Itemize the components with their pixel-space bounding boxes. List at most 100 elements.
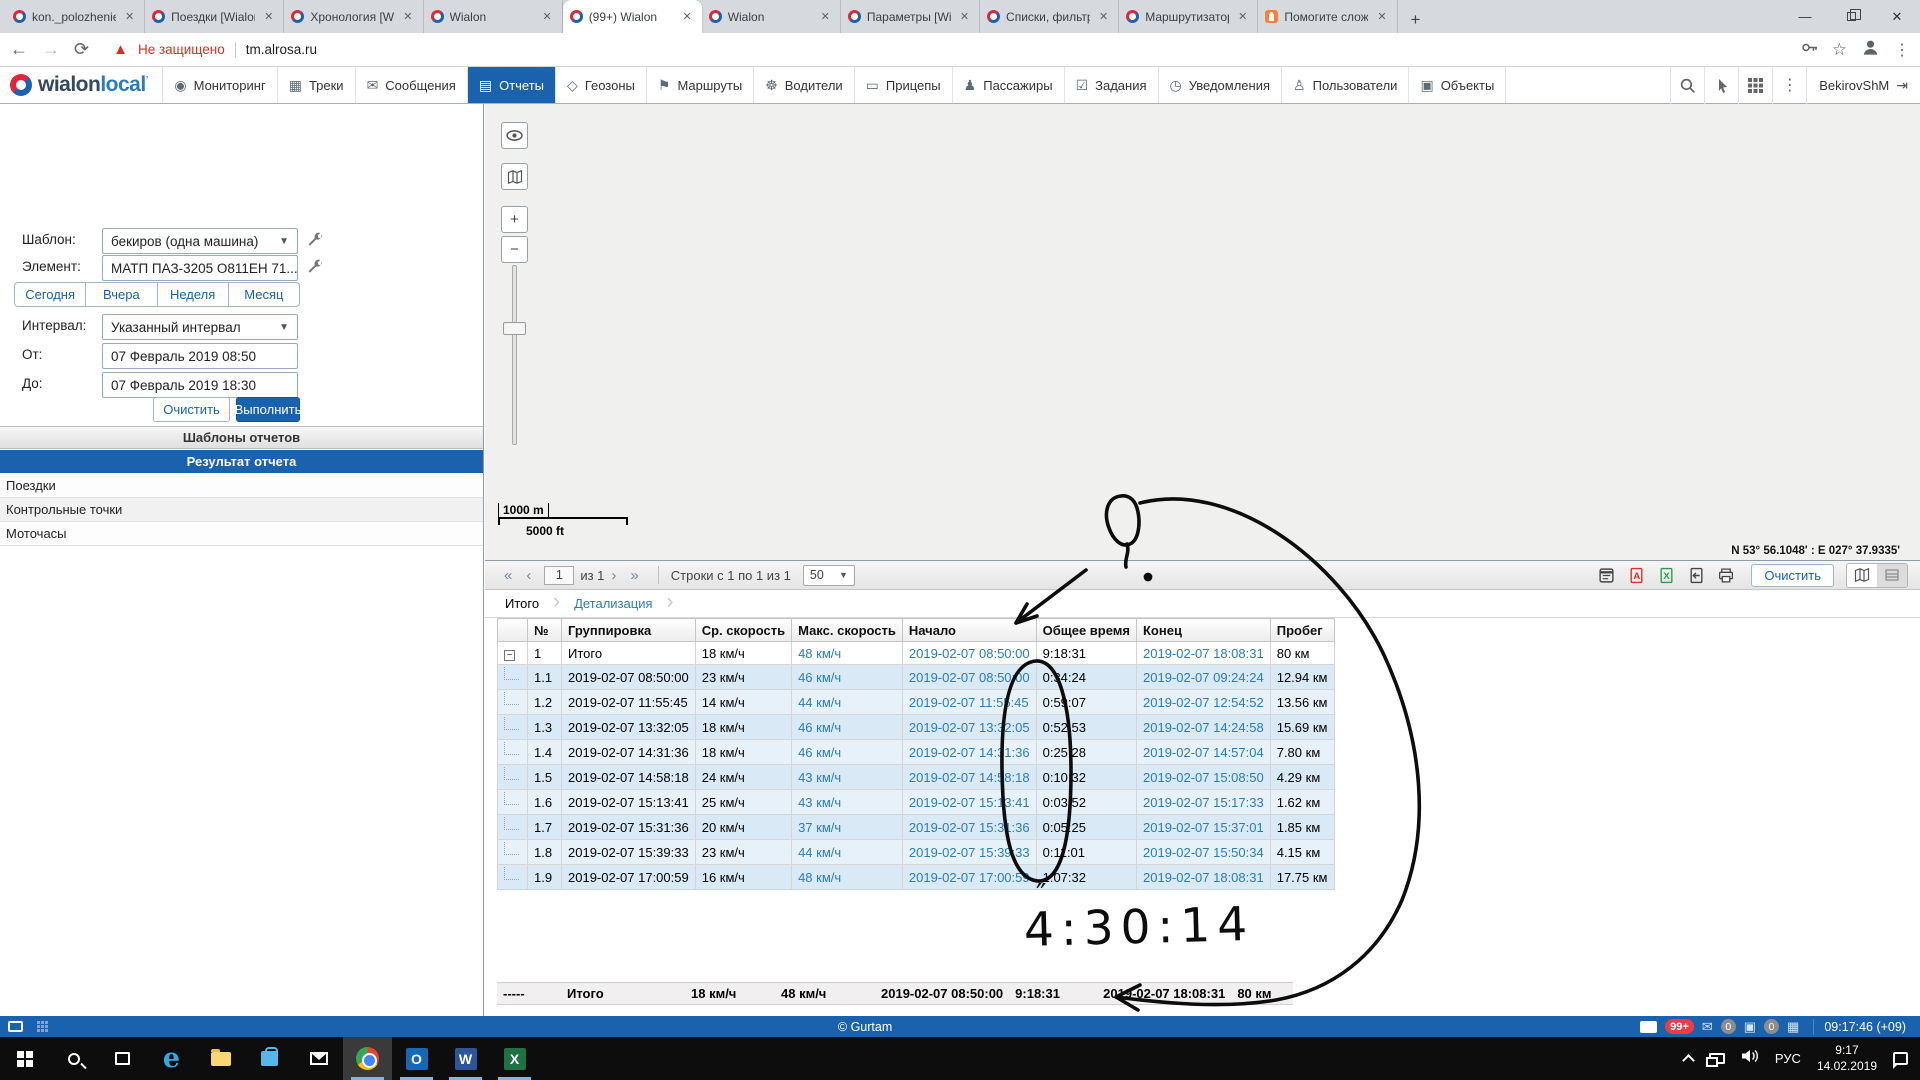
cell-max-speed[interactable]: 37 км/ч — [792, 815, 903, 840]
report-clear-button[interactable]: Очистить — [1751, 564, 1834, 587]
nav-item-users[interactable]: ♙Пользователи — [1282, 67, 1409, 103]
nav-item-tracks[interactable]: ▦Треки — [278, 67, 356, 103]
cell-max-speed[interactable]: 44 км/ч — [792, 690, 903, 715]
nav-item-geofences[interactable]: ◇Геозоны — [556, 67, 647, 103]
tab-close-icon[interactable]: ✕ — [818, 9, 833, 24]
cell-end[interactable]: 2019-02-07 12:54:52 — [1137, 690, 1271, 715]
unit-wrench-icon[interactable] — [306, 258, 326, 278]
tray-chevron-up-icon[interactable] — [1682, 1054, 1695, 1067]
action-center-icon[interactable] — [1893, 1052, 1908, 1065]
network-icon[interactable] — [1709, 1053, 1725, 1064]
panel-icon[interactable] — [1640, 1021, 1657, 1033]
pdf-export-icon[interactable]: A — [1623, 564, 1649, 587]
interval-select[interactable]: Указанный интервал▼ — [102, 314, 298, 340]
browser-tab[interactable]: Хронология [Wial✕ — [284, 0, 423, 33]
browser-tab[interactable]: Списки, фильтры,✕ — [980, 0, 1119, 33]
excel-export-icon[interactable]: X — [1653, 564, 1679, 587]
warning-triangle-icon[interactable]: ▲ — [113, 41, 128, 58]
template-wrench-icon[interactable] — [306, 231, 326, 251]
page-size-select[interactable]: 50▼ — [803, 565, 855, 586]
more-menu-icon[interactable]: ⋮ — [1772, 67, 1806, 104]
column-header[interactable]: Ср. скорость — [695, 619, 791, 642]
eye-icon[interactable] — [501, 122, 528, 149]
speaker-icon[interactable] — [1741, 1049, 1759, 1068]
page-input[interactable]: 1 — [544, 566, 574, 585]
column-header[interactable]: Начало — [902, 619, 1036, 642]
tab-close-icon[interactable]: ✕ — [400, 9, 415, 24]
nav-item-drivers[interactable]: ☸Водители — [754, 67, 854, 103]
bookmark-star-icon[interactable]: ☆ — [1832, 40, 1847, 60]
prev-page-icon[interactable]: ‹ — [519, 567, 538, 584]
tab-close-icon[interactable]: ✕ — [261, 9, 276, 24]
table-row[interactable]: 1.62019-02-07 15:13:4125 км/ч43 км/ч2019… — [498, 790, 1335, 815]
from-input[interactable]: 07 Февраль 2019 08:50 — [102, 343, 298, 369]
nav-item-trailers[interactable]: ▭Прицепы — [855, 67, 953, 103]
column-header[interactable]: Конец — [1137, 619, 1271, 642]
zoom-out-icon[interactable]: − — [501, 236, 528, 263]
map-panel[interactable]: + − 1000 m 5000 ft N 53° 56.1048' : E 02… — [485, 104, 1920, 560]
collapse-toggle[interactable]: − — [498, 642, 528, 665]
restore-icon[interactable] — [1828, 0, 1874, 33]
cell-start[interactable]: 2019-02-07 13:32:05 — [902, 715, 1036, 740]
cell-max-speed[interactable]: 48 км/ч — [792, 865, 903, 890]
browser-tab[interactable]: Параметры [Wialo✕ — [841, 0, 980, 33]
grid-status-icon[interactable]: ▦ — [1787, 1019, 1799, 1035]
table-row[interactable]: 1.52019-02-07 14:58:1824 км/ч43 км/ч2019… — [498, 765, 1335, 790]
minimize-icon[interactable]: — — [1782, 0, 1828, 33]
to-input[interactable]: 07 Февраль 2019 18:30 — [102, 372, 298, 398]
footer-grid-icon[interactable] — [37, 1021, 48, 1032]
file-export-icon[interactable] — [1683, 564, 1709, 587]
tab-close-icon[interactable]: ✕ — [122, 9, 137, 24]
cell-start[interactable]: 2019-02-07 15:39:33 — [902, 840, 1036, 865]
execute-button[interactable]: Выполнить — [236, 397, 300, 422]
tab-close-icon[interactable]: ✕ — [679, 9, 694, 24]
cell-start[interactable]: 2019-02-07 08:50:00 — [902, 642, 1036, 665]
tab-close-icon[interactable]: ✕ — [539, 9, 554, 24]
tray-clock[interactable]: 9:1714.02.2019 — [1817, 1043, 1877, 1074]
cell-max-speed[interactable]: 43 км/ч — [792, 790, 903, 815]
url-text[interactable]: tm.alrosa.ru — [246, 42, 317, 57]
nav-item-units[interactable]: ▣Объекты — [1409, 67, 1506, 103]
cell-end[interactable]: 2019-02-07 15:08:50 — [1137, 765, 1271, 790]
taskbar-explorer-icon[interactable] — [196, 1037, 245, 1080]
report-tab-детализация[interactable]: Детализация — [570, 596, 656, 611]
map-source-icon[interactable] — [501, 163, 528, 190]
close-icon[interactable]: ✕ — [1874, 0, 1920, 33]
cell-end[interactable]: 2019-02-07 14:24:58 — [1137, 715, 1271, 740]
cell-end[interactable]: 2019-02-07 18:08:31 — [1137, 642, 1271, 665]
section-report-result[interactable]: Результат отчета — [0, 450, 483, 473]
zoom-slider[interactable] — [512, 265, 517, 445]
taskbar-search-icon[interactable] — [49, 1037, 98, 1080]
report-list-item[interactable]: Моточасы — [0, 522, 483, 546]
quick-range-месяц[interactable]: Месяц — [228, 282, 300, 307]
browser-menu-icon[interactable]: ⋮ — [1894, 40, 1910, 60]
browser-tab[interactable]: Помогите сложить✕ — [1258, 0, 1397, 33]
mail-status-icon[interactable]: ✉ — [1702, 1019, 1713, 1035]
zoom-in-icon[interactable]: + — [501, 206, 528, 233]
nav-item-passengers[interactable]: ♟Пассажиры — [953, 67, 1065, 103]
keyboard-language[interactable]: РУС — [1775, 1051, 1801, 1066]
cell-start[interactable]: 2019-02-07 15:13:41 — [902, 790, 1036, 815]
column-header[interactable]: № — [528, 619, 562, 642]
table-row[interactable]: 1.12019-02-07 08:50:0023 км/ч46 км/ч2019… — [498, 665, 1335, 690]
forward-icon[interactable]: → — [42, 39, 60, 60]
cell-max-speed[interactable]: 43 км/ч — [792, 765, 903, 790]
taskbar-task-view-icon[interactable] — [98, 1037, 147, 1080]
key-icon[interactable] — [1801, 39, 1818, 61]
tab-close-icon[interactable]: ✕ — [1374, 9, 1389, 24]
cell-end[interactable]: 2019-02-07 15:50:34 — [1137, 840, 1271, 865]
taskbar-word-icon[interactable]: W — [441, 1037, 490, 1080]
table-row[interactable]: 1.42019-02-07 14:31:3618 км/ч46 км/ч2019… — [498, 740, 1335, 765]
nav-item-jobs[interactable]: ☑Задания — [1065, 67, 1159, 103]
browser-tab[interactable]: kon._polozhenie [W✕ — [6, 0, 145, 33]
tab-close-icon[interactable]: ✕ — [1235, 9, 1250, 24]
report-tab-итого[interactable]: Итого — [501, 596, 543, 611]
column-header[interactable]: Пробег — [1270, 619, 1334, 642]
browser-tab[interactable]: Маршрутизатор [✕ — [1119, 0, 1258, 33]
column-header[interactable]: Макс. скорость — [792, 619, 903, 642]
cell-end[interactable]: 2019-02-07 15:37:01 — [1137, 815, 1271, 840]
user-menu[interactable]: BekirovShM ⇥ — [1806, 67, 1920, 104]
table-row[interactable]: 1.22019-02-07 11:55:4514 км/ч44 км/ч2019… — [498, 690, 1335, 715]
browser-tab[interactable]: Поездки [Wialon L✕ — [145, 0, 284, 33]
table-row[interactable]: 1.82019-02-07 15:39:3323 км/ч44 км/ч2019… — [498, 840, 1335, 865]
